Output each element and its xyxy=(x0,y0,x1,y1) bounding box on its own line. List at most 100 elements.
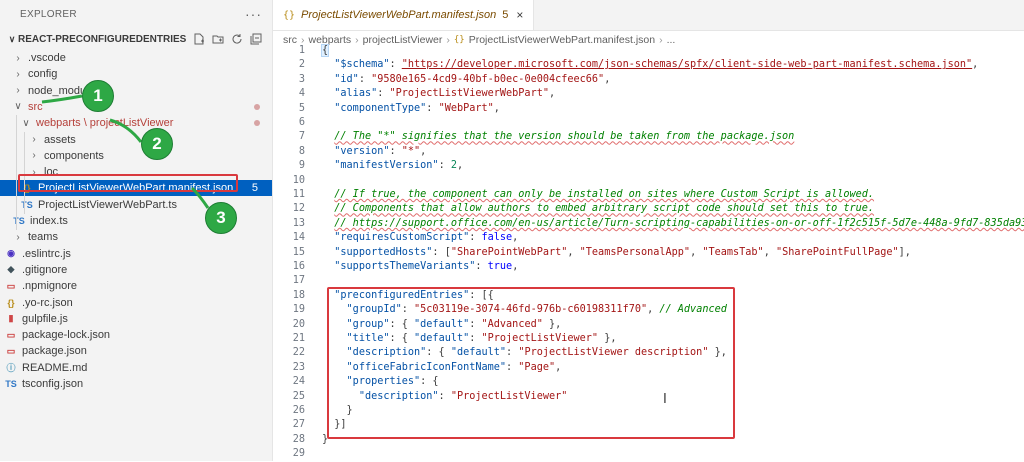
explorer-panel: EXPLORER ··· ∨ REACT-PRECONFIGUREDENTRIE… xyxy=(0,0,273,461)
npm-file-icon: ▭ xyxy=(6,329,16,340)
code-text: "properties": { xyxy=(346,376,439,388)
chevron-right-icon: › xyxy=(16,68,20,80)
chevron-down-icon: ∨ xyxy=(22,117,30,129)
tree-item-src[interactable]: ∨ src xyxy=(0,99,272,115)
code-text: } xyxy=(322,433,329,445)
npm-file-icon: ▭ xyxy=(6,280,16,291)
line-number: 20 xyxy=(292,318,305,330)
indent-guide xyxy=(24,132,25,214)
tab-bar: {} ProjectListViewerWebPart.manifest.jso… xyxy=(273,0,1024,31)
chevron-right-icon: › xyxy=(32,166,36,178)
tree-item-label: loc xyxy=(44,166,59,179)
tree-item-label: tsconfig.json xyxy=(22,378,84,390)
git-file-icon: ◆ xyxy=(7,264,15,275)
line-number: 23 xyxy=(292,361,305,373)
refresh-icon[interactable] xyxy=(230,33,243,46)
callout-badge-2: 2 xyxy=(141,128,173,160)
tree-item-label: .vscode xyxy=(28,52,66,64)
tree-item-package-lock-json[interactable]: ▭ package-lock.json xyxy=(0,327,272,343)
line-number: 28 xyxy=(292,433,305,445)
gulp-file-icon: ▮ xyxy=(8,313,14,324)
chevron-right-icon: › xyxy=(16,231,20,243)
tree-item-readme-md[interactable]: ⓘ README.md xyxy=(0,360,272,376)
tree-item-gulpfile-js[interactable]: ▮ gulpfile.js xyxy=(0,311,272,327)
line-number: 9 xyxy=(298,160,305,172)
tree-item-tsconfig-json[interactable]: TS tsconfig.json xyxy=(0,376,272,392)
more-actions-icon[interactable]: ··· xyxy=(245,6,262,22)
tree-item-loc[interactable]: › loc xyxy=(0,164,272,180)
code-text: "$schema": "https://developer.microsoft.… xyxy=(334,59,979,71)
code-line: 1{ xyxy=(273,44,1024,58)
tree-item-vscode[interactable]: › .vscode xyxy=(0,50,272,66)
code-line: 22 "description": { "default": "ProjectL… xyxy=(273,346,1024,360)
code-line: 2 "$schema": "https://developer.microsof… xyxy=(273,58,1024,72)
tree-item-webparts-projectlistviewer[interactable]: ∨ webparts \ projectListViewer xyxy=(0,115,272,131)
tree-item-projectlistviewerwebpart-manifest-json[interactable]: {} ProjectListViewerWebPart.manifest.json… xyxy=(0,180,272,197)
line-number: 27 xyxy=(292,419,305,431)
line-number: 25 xyxy=(292,390,305,402)
tree-item-label: .yo-rc.json xyxy=(22,296,73,309)
npm-file-icon: ▭ xyxy=(6,345,16,356)
line-number: 12 xyxy=(292,203,305,215)
tree-item-label: config xyxy=(28,68,58,81)
line-number: 5 xyxy=(298,102,305,114)
code-text: // If true, the component can only be in… xyxy=(334,189,875,200)
chevron-right-icon: › xyxy=(32,134,36,145)
code-text: "groupId": "5c03119e-3074-46fd-976b-c601… xyxy=(346,304,727,316)
code-line: 15 "supportedHosts": ["SharePointWebPart… xyxy=(273,246,1024,260)
tab-manifest-json[interactable]: {} ProjectListViewerWebPart.manifest.jso… xyxy=(273,0,535,30)
code-line: 16 "supportsThemeVariants": true, xyxy=(273,260,1024,274)
close-icon[interactable]: × xyxy=(516,8,523,22)
collapse-all-icon[interactable] xyxy=(249,33,262,46)
callout-badge-1: 1 xyxy=(82,80,114,112)
tree-item-label: ProjectListViewerWebPart.ts xyxy=(38,198,177,211)
code-line: 23 "officeFabricIconFontName": "Page", xyxy=(273,361,1024,375)
line-number: 22 xyxy=(292,347,305,359)
new-folder-icon[interactable] xyxy=(211,33,224,46)
tree-item-teams[interactable]: › teams xyxy=(0,229,272,245)
tree-item-eslintrc-js[interactable]: ◉ .eslintrc.js xyxy=(0,246,272,262)
tree-item-node-modules[interactable]: › node_modules xyxy=(0,83,272,99)
tree-item-yo-rc-json[interactable]: {} .yo-rc.json xyxy=(0,295,272,311)
code-text: "id": "9580e165-4cd9-40bf-b0ec-0e004cfee… xyxy=(334,73,611,85)
line-number: 26 xyxy=(292,405,305,416)
json-file-icon: {} xyxy=(23,183,31,194)
code-line: 25 "description": "ProjectListViewer" xyxy=(273,390,1024,404)
line-number: 18 xyxy=(292,289,305,301)
code-text: // https://support.office.com/en-us/arti… xyxy=(334,217,1024,229)
tree-item-gitignore[interactable]: ◆ .gitignore xyxy=(0,262,272,278)
tree-item-config[interactable]: › config xyxy=(0,66,272,82)
tree-item-label: package.json xyxy=(22,345,87,358)
line-number: 13 xyxy=(292,217,305,229)
line-number: 7 xyxy=(298,131,305,143)
project-root[interactable]: ∨ REACT-PRECONFIGUREDENTRIES xyxy=(0,28,272,50)
code-text: "version": "*", xyxy=(334,145,427,157)
code-text: "alias": "ProjectListViewerWebPart", xyxy=(334,88,556,100)
code-line: 21 "title": { "default": "ProjectListVie… xyxy=(273,332,1024,346)
code-line: 6 xyxy=(273,116,1024,130)
info-file-icon: ⓘ xyxy=(6,363,16,374)
code-line: 8 "version": "*", xyxy=(273,145,1024,159)
modified-dot-icon xyxy=(254,103,260,110)
code-line: 24 "properties": { xyxy=(273,375,1024,389)
code-text: "preconfiguredEntries": [{ xyxy=(334,289,494,301)
tree-item-components[interactable]: › components xyxy=(0,148,272,164)
json-file-icon: {} xyxy=(283,9,296,21)
editor-area: {} ProjectListViewerWebPart.manifest.jso… xyxy=(273,0,1024,461)
code-line: 11 // If true, the component can only be… xyxy=(273,188,1024,202)
tree-item-npmignore[interactable]: ▭ .npmignore xyxy=(0,278,272,294)
code-text: "officeFabricIconFontName": "Page", xyxy=(346,361,562,373)
code-text: "requiresCustomScript": false, xyxy=(334,232,519,244)
tree-item-label: index.ts xyxy=(30,215,68,227)
code-line: 19 "groupId": "5c03119e-3074-46fd-976b-c… xyxy=(273,303,1024,317)
tree-item-package-json[interactable]: ▭ package.json xyxy=(0,343,272,359)
chevron-down-icon: ∨ xyxy=(14,101,22,113)
code-line: 17 xyxy=(273,274,1024,288)
tree-item-label: assets xyxy=(44,133,76,146)
line-number: 29 xyxy=(292,448,305,460)
line-number: 11 xyxy=(292,189,305,200)
code-editor[interactable]: 1{2 "$schema": "https://developer.micros… xyxy=(273,44,1024,461)
new-file-icon[interactable] xyxy=(192,33,205,46)
code-line: 12 // Components that allow authors to e… xyxy=(273,202,1024,216)
tree-item-assets[interactable]: › assets xyxy=(0,132,272,148)
